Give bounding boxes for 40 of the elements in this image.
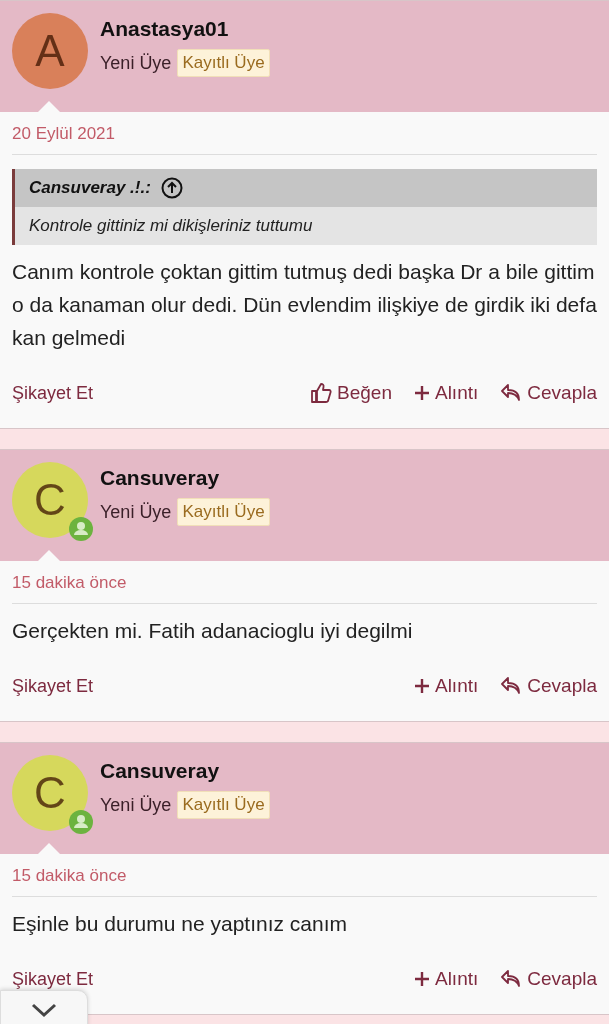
plus-icon — [413, 385, 430, 401]
plus-icon — [413, 678, 430, 694]
reply-icon — [500, 383, 523, 403]
post-text: Gerçekten mi. Fatih adanacioglu iyi degilmi — [12, 618, 414, 644]
quote-button[interactable]: Alıntı — [413, 382, 479, 404]
post-date[interactable]: 20 Eylül 2021 — [12, 124, 116, 144]
quote-text: Kontrole gittiniz mi dikişleriniz tuttumu — [28, 215, 314, 237]
avatar[interactable]: C — [12, 755, 88, 831]
avatar[interactable]: C — [12, 462, 88, 538]
reply-icon — [500, 969, 523, 989]
quote-author: Cansuveray .!.: — [29, 178, 151, 198]
like-button[interactable]: Beğen — [310, 382, 392, 404]
scroll-down-button[interactable] — [0, 990, 88, 1024]
report-link[interactable]: Şikayet Et — [12, 968, 94, 990]
user-badge: Kayıtlı Üye — [177, 498, 270, 526]
user-rank: Yeni Üye — [100, 794, 172, 816]
avatar[interactable]: A — [12, 13, 88, 89]
username[interactable]: Cansuveray — [100, 759, 220, 783]
report-link[interactable]: Şikayet Et — [12, 382, 94, 404]
quote-button[interactable]: Alıntı — [413, 675, 479, 697]
username[interactable]: Cansuveray — [100, 466, 220, 490]
arrow-up-icon[interactable] — [160, 177, 183, 199]
post-text: Canım kontrole çoktan gittim tutmuş dedi başka Dr a bile gittim o da kanaman olur dedi. Dün evlendim ilişkiye de girdik iki defa kan gelmedi — [12, 259, 597, 351]
chevron-down-icon — [31, 1002, 57, 1018]
user-badge: Kayıtlı Üye — [177, 791, 270, 819]
post-date[interactable]: 15 dakika önce — [12, 866, 127, 886]
post-text: Eşinle bu durumu ne yaptınız canım — [12, 911, 348, 937]
thumbs-up-icon — [310, 382, 332, 404]
user-badge: Kayıtlı Üye — [177, 49, 270, 77]
post-date[interactable]: 15 dakika önce — [12, 573, 127, 593]
quote-button[interactable]: Alıntı — [413, 968, 479, 990]
user-rank: Yeni Üye — [100, 52, 172, 74]
reply-button[interactable]: Cevapla — [500, 675, 597, 697]
user-rank: Yeni Üye — [100, 501, 172, 523]
username[interactable]: Anastasya01 — [100, 17, 229, 41]
report-link[interactable]: Şikayet Et — [12, 675, 94, 697]
reply-button[interactable]: Cevapla — [500, 968, 597, 990]
reply-icon — [500, 676, 523, 696]
reply-button[interactable]: Cevapla — [500, 382, 597, 404]
plus-icon — [413, 971, 430, 987]
